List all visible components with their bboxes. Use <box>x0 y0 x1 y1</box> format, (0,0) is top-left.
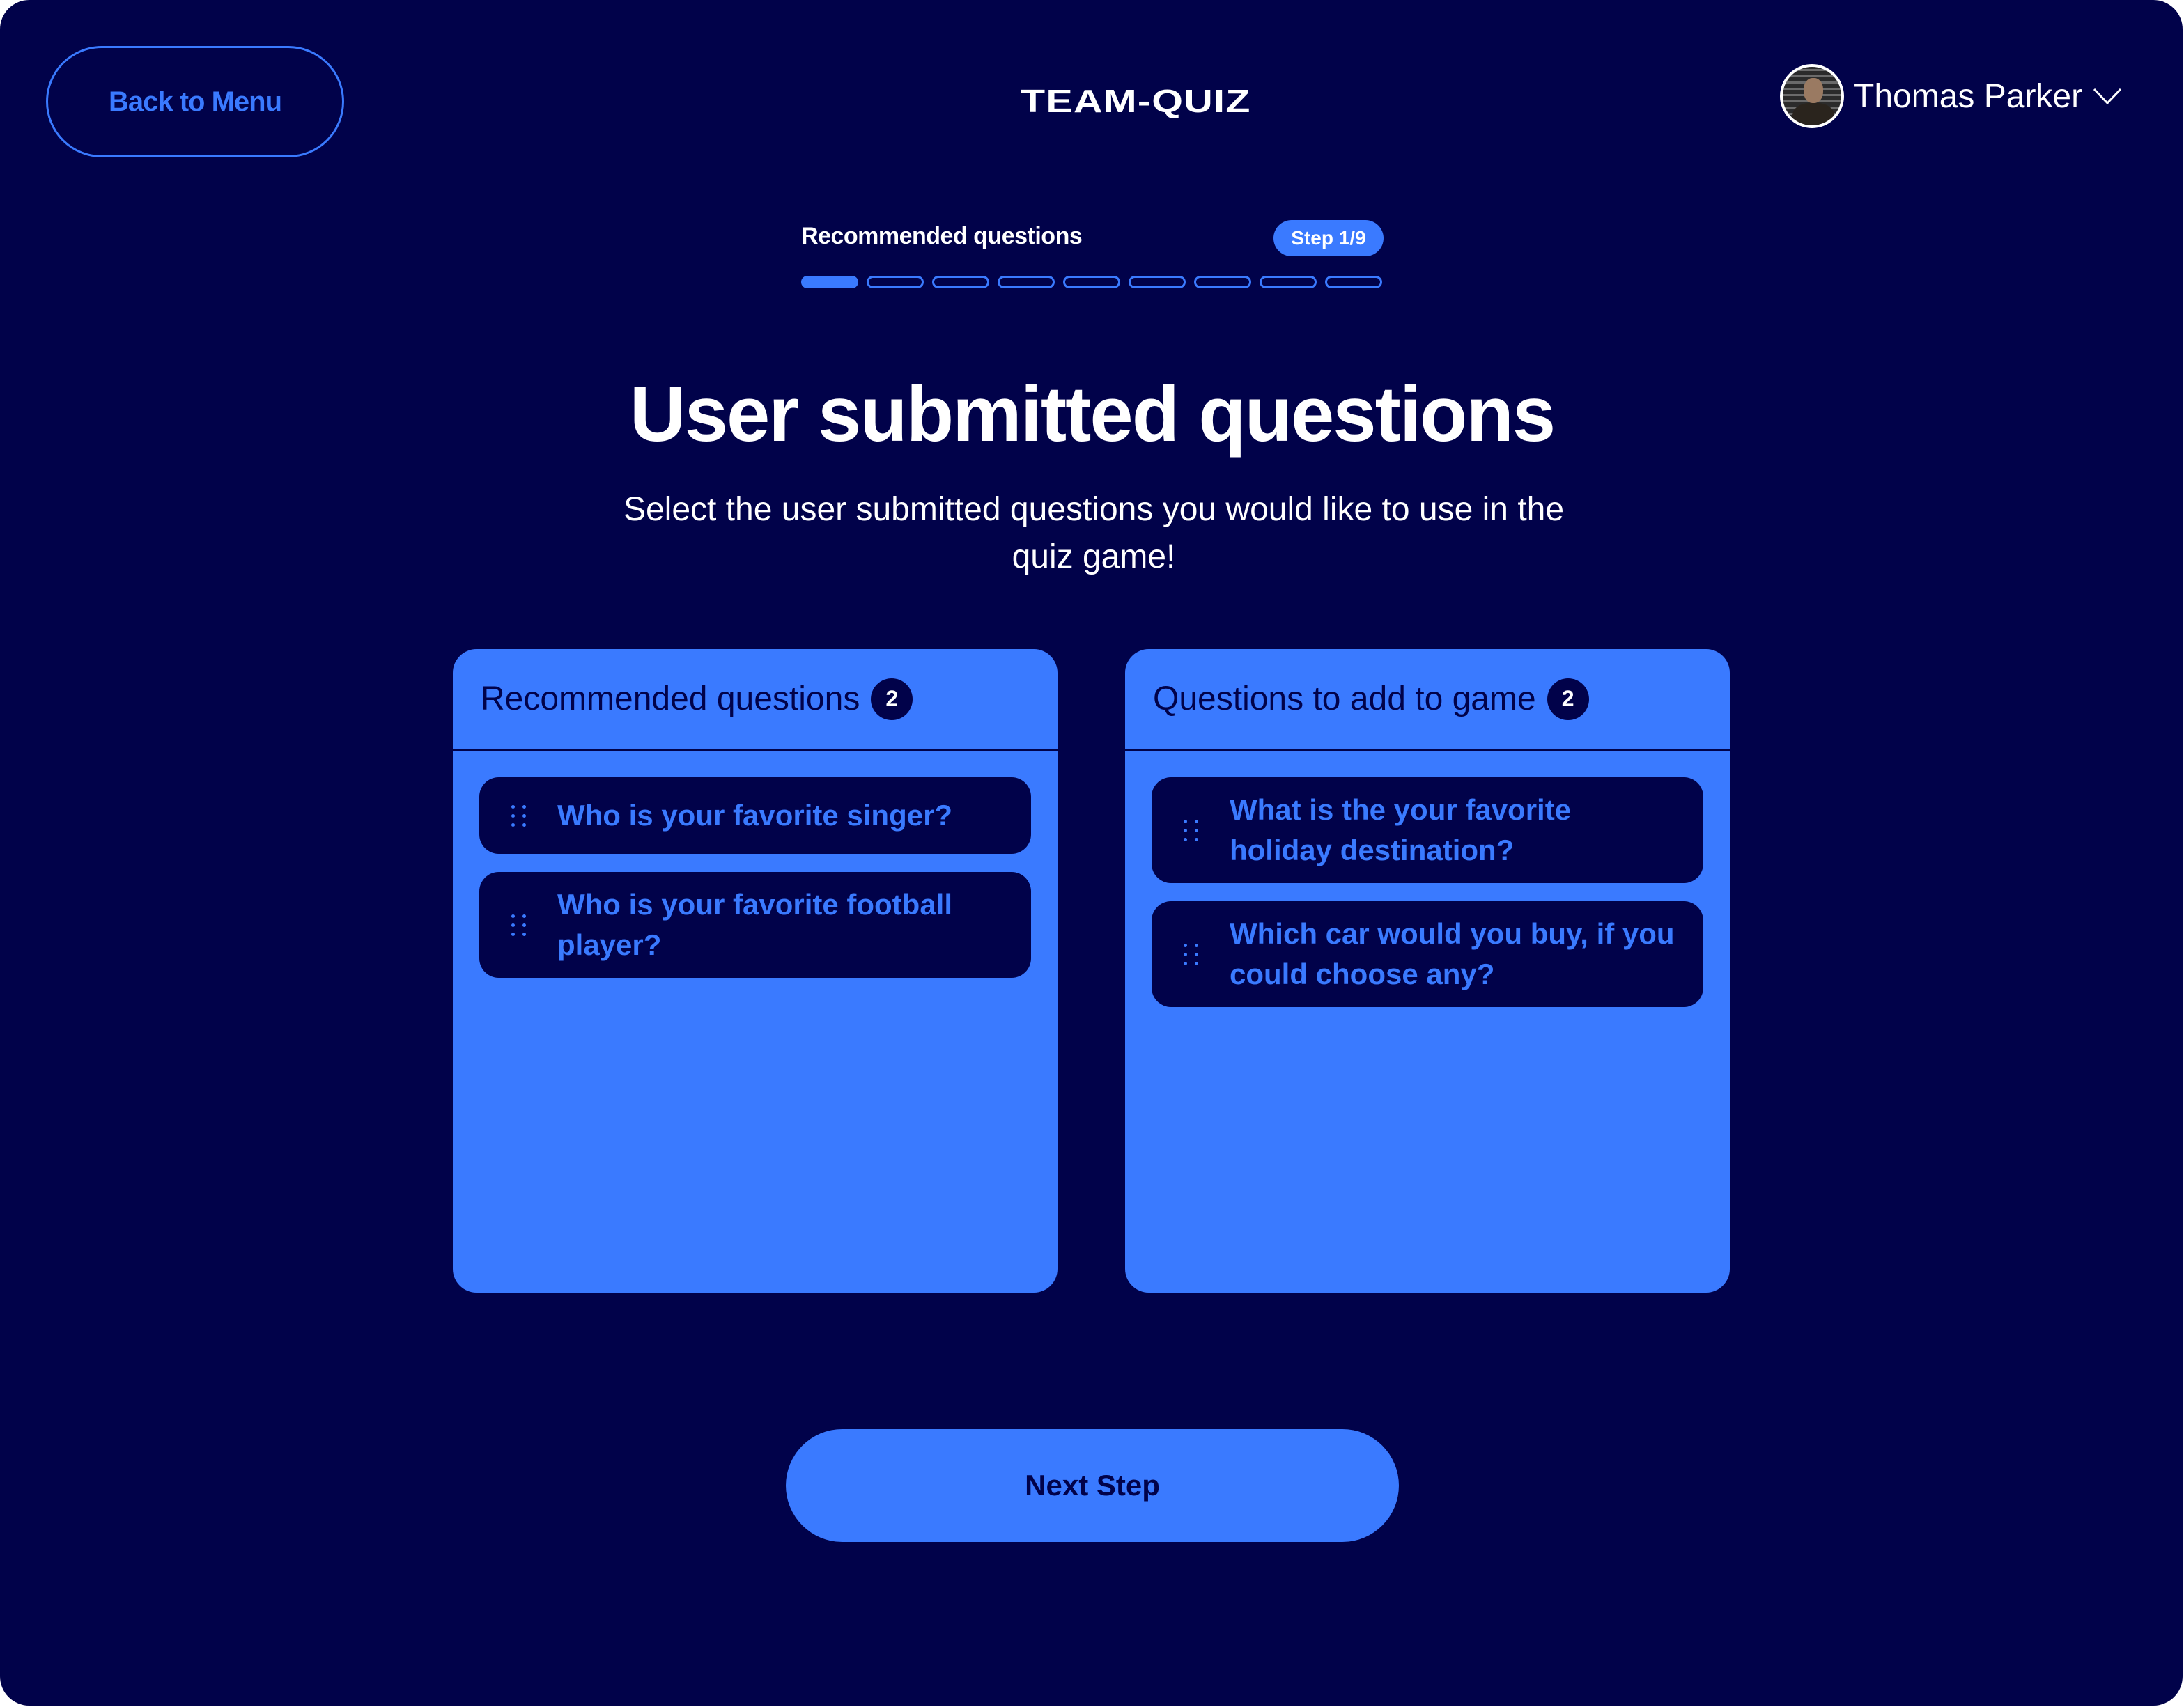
step-badge: Step 1/9 <box>1273 220 1384 256</box>
step-label: Recommended questions <box>801 223 1083 249</box>
question-text: Who is your favorite singer? <box>557 799 953 832</box>
progress-segment <box>867 276 924 288</box>
panel-header: Questions to add to game 2 <box>1125 649 1730 751</box>
count-badge: 2 <box>1547 678 1589 720</box>
panel-header: Recommended questions 2 <box>453 649 1058 751</box>
progress-segment <box>1260 276 1317 288</box>
drag-handle-icon[interactable] <box>511 804 529 827</box>
page-title: User submitted questions <box>629 371 1556 458</box>
progress-segment <box>998 276 1055 288</box>
question-text: Which car would you buy, if you could ch… <box>1230 917 1675 990</box>
app-frame: Back to Menu TEAM-QUIZ Thomas Parker Rec… <box>0 0 2183 1706</box>
question-item[interactable]: Who is your favorite singer? <box>479 777 1031 854</box>
page-subtitle: Select the user submitted questions you … <box>623 491 1565 575</box>
progress-segment <box>1063 276 1120 288</box>
question-text: Who is your favorite football player? <box>557 888 953 961</box>
next-step-button[interactable]: Next Step <box>786 1429 1399 1542</box>
drag-handle-icon[interactable] <box>1184 943 1202 965</box>
user-menu[interactable]: Thomas Parker <box>1780 64 2123 128</box>
question-item[interactable]: Which car would you buy, if you could ch… <box>1152 901 1703 1007</box>
question-item[interactable]: What is the your favorite holiday destin… <box>1152 777 1703 883</box>
drag-handle-icon[interactable] <box>511 914 529 936</box>
question-item[interactable]: Who is your favorite football player? <box>479 872 1031 978</box>
questions-to-add-panel: Questions to add to game 2 What is the y… <box>1125 649 1730 1293</box>
chevron-down-icon <box>2093 88 2122 105</box>
back-to-menu-button[interactable]: Back to Menu <box>46 46 344 157</box>
progress-segment <box>1194 276 1251 288</box>
question-list: Who is your favorite singer? Who is your … <box>453 751 1058 978</box>
panel-title: Questions to add to game <box>1153 680 1536 717</box>
step-progress <box>801 276 1382 288</box>
question-text: What is the your favorite holiday destin… <box>1230 793 1572 866</box>
panel-title: Recommended questions <box>481 680 860 717</box>
progress-segment <box>1325 276 1382 288</box>
user-name: Thomas Parker <box>1854 77 2083 115</box>
count-badge: 2 <box>871 678 913 720</box>
progress-segment <box>1129 276 1186 288</box>
recommended-questions-panel: Recommended questions 2 Who is your favo… <box>453 649 1058 1293</box>
app-logo: TEAM-QUIZ <box>1021 83 1251 119</box>
progress-segment <box>801 276 858 288</box>
progress-segment <box>932 276 989 288</box>
drag-handle-icon[interactable] <box>1184 819 1202 841</box>
avatar <box>1780 64 1844 128</box>
question-list: What is the your favorite holiday destin… <box>1125 751 1730 1007</box>
